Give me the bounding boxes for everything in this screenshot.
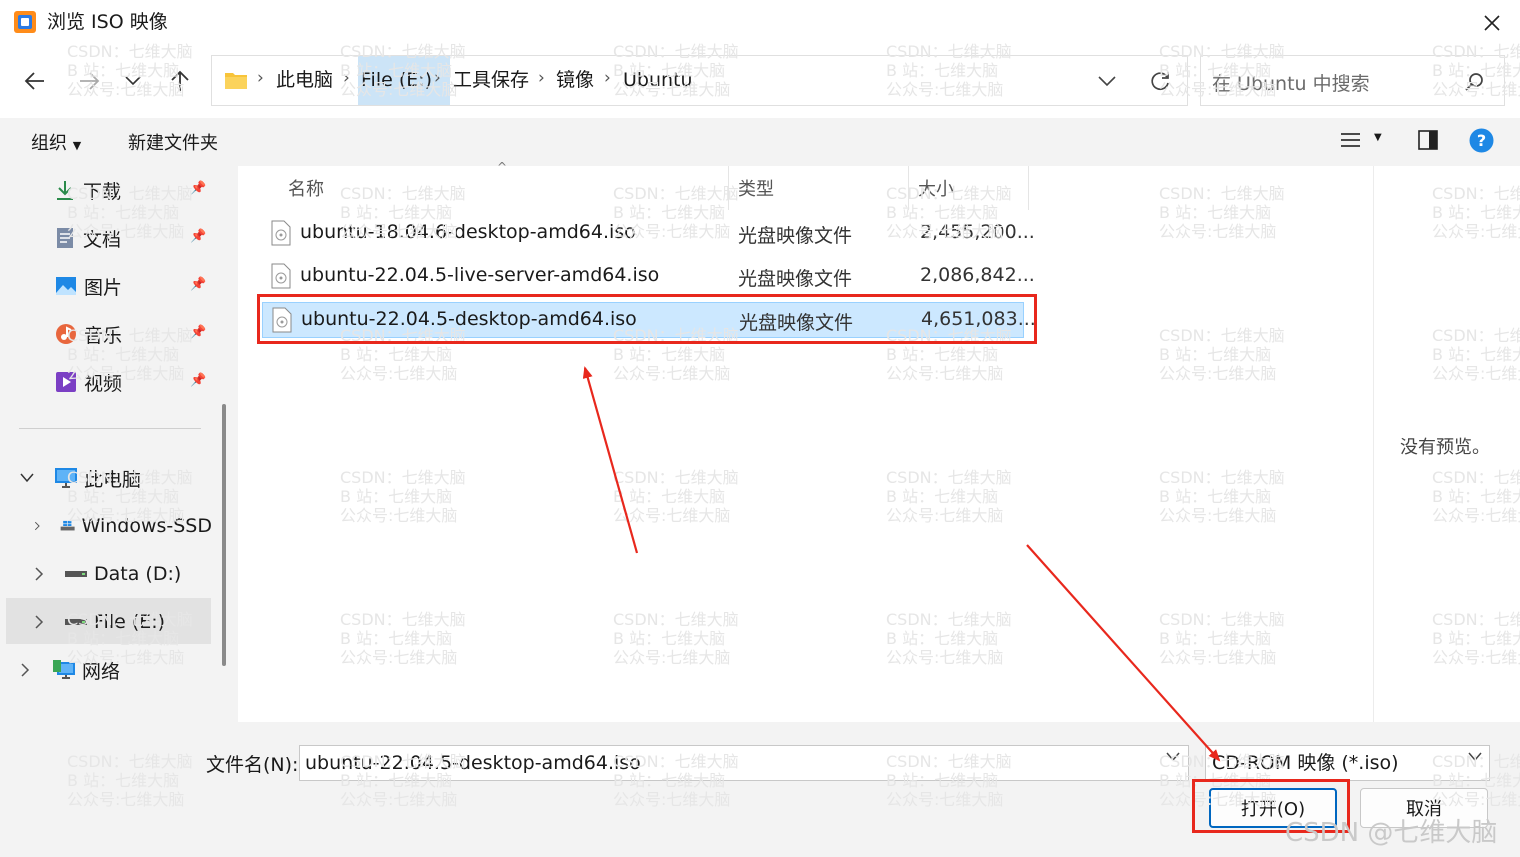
annotation-arrows [582,366,1221,762]
csdn-watermark: CSDN @七维大脑 [1285,818,1498,848]
annotation-arrow [1026,544,1221,762]
annotation-arrow [582,366,639,554]
